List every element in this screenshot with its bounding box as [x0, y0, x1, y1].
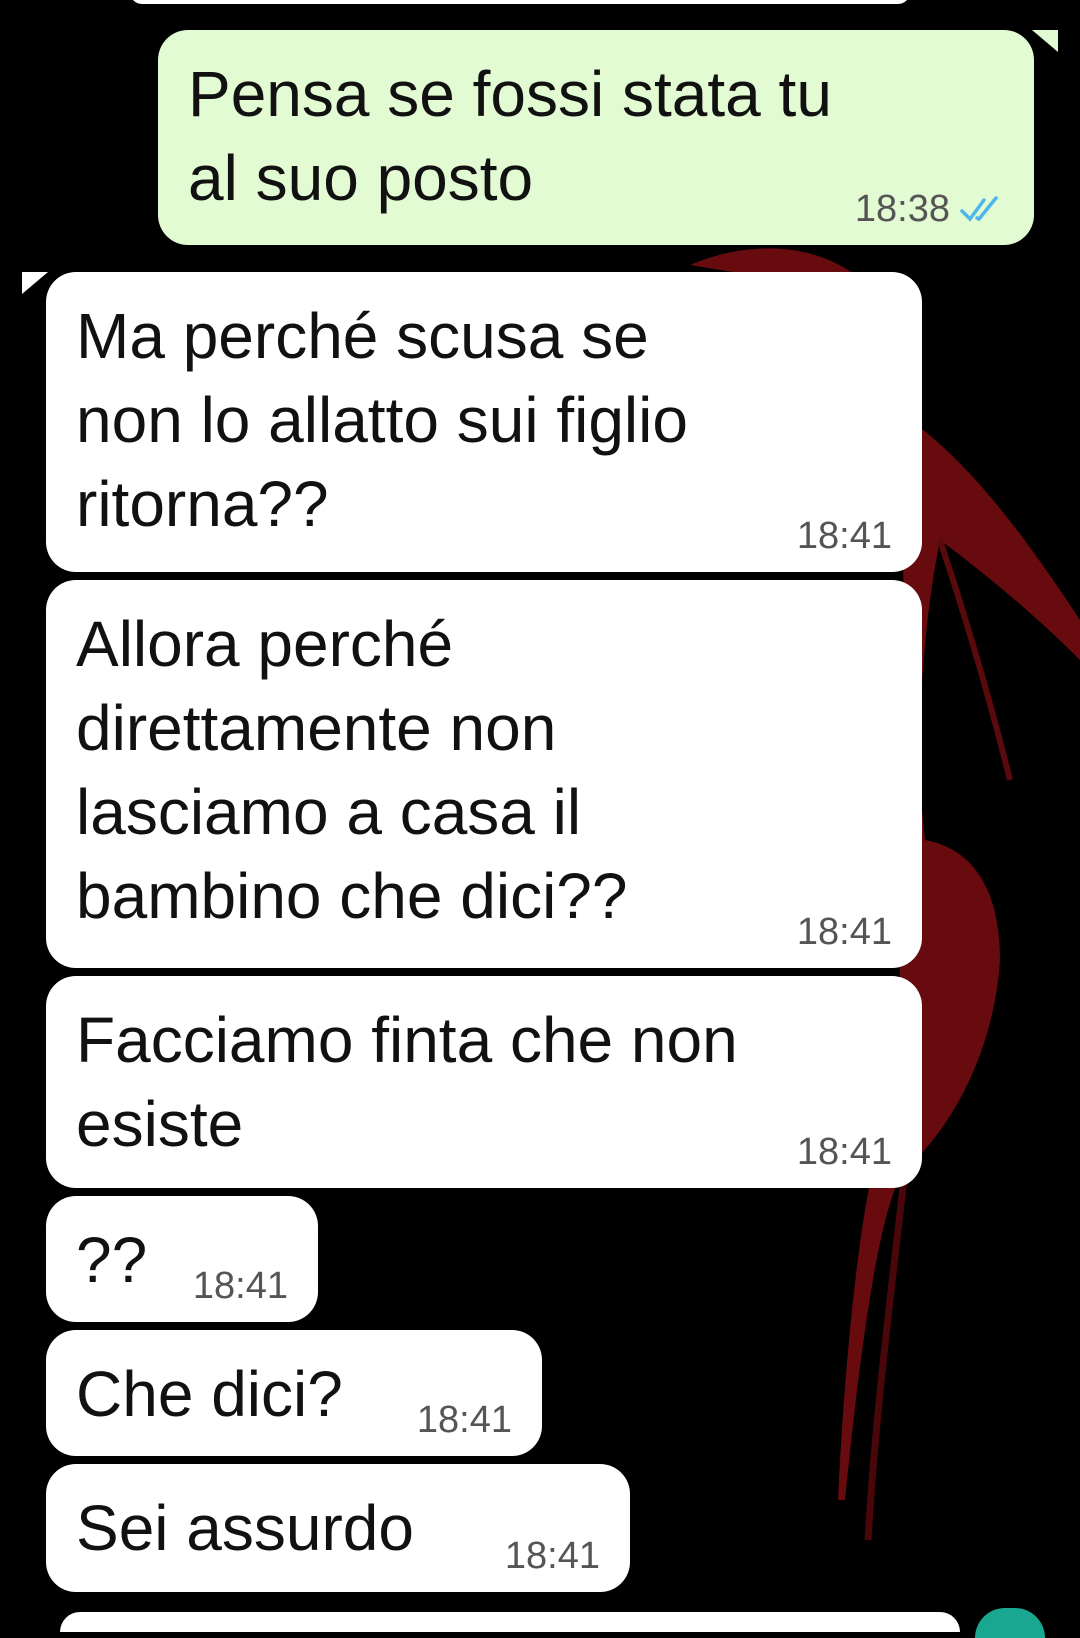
message-time: 18:41 — [504, 1535, 600, 1577]
double-check-icon — [960, 196, 998, 222]
message-time: 18:41 — [796, 911, 892, 953]
message-time: 18:41 — [192, 1265, 288, 1307]
outgoing-bubble-tail — [1032, 30, 1058, 52]
previous-bubble-edge — [130, 0, 910, 4]
message-time: 18:41 — [796, 515, 892, 557]
message-time: 18:41 — [796, 1131, 892, 1173]
message-meta: 18:41 — [797, 1132, 892, 1172]
message-time: 18:41 — [416, 1399, 512, 1441]
incoming-message[interactable]: Ma perché scusa se non lo allatto sui fi… — [46, 272, 922, 572]
message-meta: 18:41 — [505, 1536, 600, 1576]
message-text: Allora perché direttamente non lasciamo … — [76, 608, 628, 932]
next-bubble-edge — [60, 1612, 960, 1632]
incoming-message[interactable]: Allora perché direttamente non lasciamo … — [46, 580, 922, 968]
outgoing-message[interactable]: Pensa se fossi stata tu al suo posto 18:… — [158, 30, 1034, 245]
incoming-message[interactable]: Facciamo finta che non esiste 18:41 — [46, 976, 922, 1188]
message-text: Facciamo finta che non esiste — [76, 1004, 738, 1160]
incoming-bubble-tail — [22, 272, 48, 294]
message-meta: 18:41 — [417, 1400, 512, 1440]
incoming-message[interactable]: Che dici? 18:41 — [46, 1330, 542, 1456]
message-text: Ma perché scusa se non lo allatto sui fi… — [76, 300, 688, 540]
message-meta: 18:41 — [797, 912, 892, 952]
message-meta: 18:41 — [797, 516, 892, 556]
incoming-message[interactable]: ?? 18:41 — [46, 1196, 318, 1322]
message-meta: 18:38 — [855, 189, 1004, 229]
incoming-message[interactable]: Sei assurdo 18:41 — [46, 1464, 630, 1592]
message-time: 18:38 — [854, 188, 950, 230]
message-meta: 18:41 — [193, 1266, 288, 1306]
